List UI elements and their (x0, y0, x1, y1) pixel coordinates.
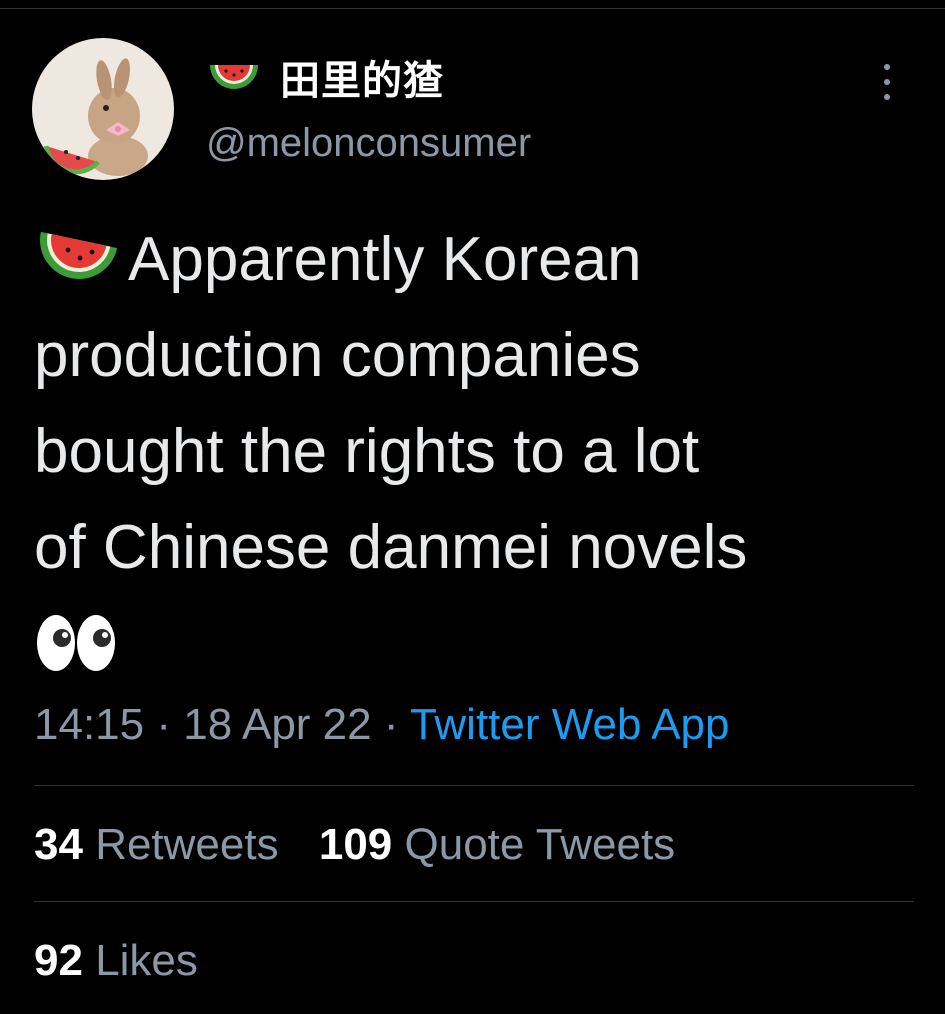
watermelon-icon (40, 231, 118, 279)
tweet-line-5 (34, 596, 914, 692)
dot (884, 64, 890, 70)
meta-separator: · (383, 700, 399, 749)
tweet-time[interactable]: 14:15 (34, 700, 144, 749)
likes-row: 92 Likes (34, 936, 226, 986)
dot (884, 94, 890, 100)
quote-tweets-stat[interactable]: 109 Quote Tweets (319, 820, 675, 870)
display-name-row[interactable]: 田里的猹 (206, 52, 444, 104)
tweet-meta: 14:15 · 18 Apr 22 · Twitter Web App (34, 700, 730, 750)
quote-tweets-label: Quote Tweets (404, 820, 676, 869)
retweets-count: 34 (34, 820, 83, 869)
tweet-source-link[interactable]: Twitter Web App (410, 700, 730, 749)
tweet-line-1: Apparently Korean (34, 212, 914, 308)
likes-label: Likes (95, 936, 198, 985)
user-handle[interactable]: @melonconsumer (206, 121, 531, 166)
dot (884, 79, 890, 85)
retweets-stat[interactable]: 34 Retweets (34, 820, 279, 870)
watermelon-icon (210, 65, 258, 89)
divider (34, 785, 914, 786)
quote-tweets-count: 109 (318, 820, 393, 869)
meta-separator: · (156, 700, 171, 749)
likes-stat[interactable]: 92 Likes (34, 936, 198, 986)
rabbit-avatar-icon (32, 38, 174, 180)
more-options-icon[interactable] (872, 60, 902, 104)
likes-count: 92 (34, 936, 83, 985)
eyes-icon (37, 615, 115, 671)
tweet-line-3: bought the rights to a lot (34, 417, 700, 486)
tweet-line-4: of Chinese danmei novels (34, 513, 748, 582)
engagement-row: 34 Retweets 109 Quote Tweets (34, 820, 703, 870)
retweets-label: Retweets (95, 820, 279, 869)
tweet-date[interactable]: 18 Apr 22 (183, 700, 371, 749)
display-name: 田里的猹 (280, 58, 444, 104)
tweet-text: Apparently Korean production companies b… (34, 212, 914, 692)
top-divider (0, 8, 945, 9)
tweet-line-1-text: Apparently Korean (128, 225, 642, 294)
avatar[interactable] (32, 38, 174, 180)
tweet-line-2: production companies (34, 321, 641, 390)
divider (34, 901, 914, 902)
